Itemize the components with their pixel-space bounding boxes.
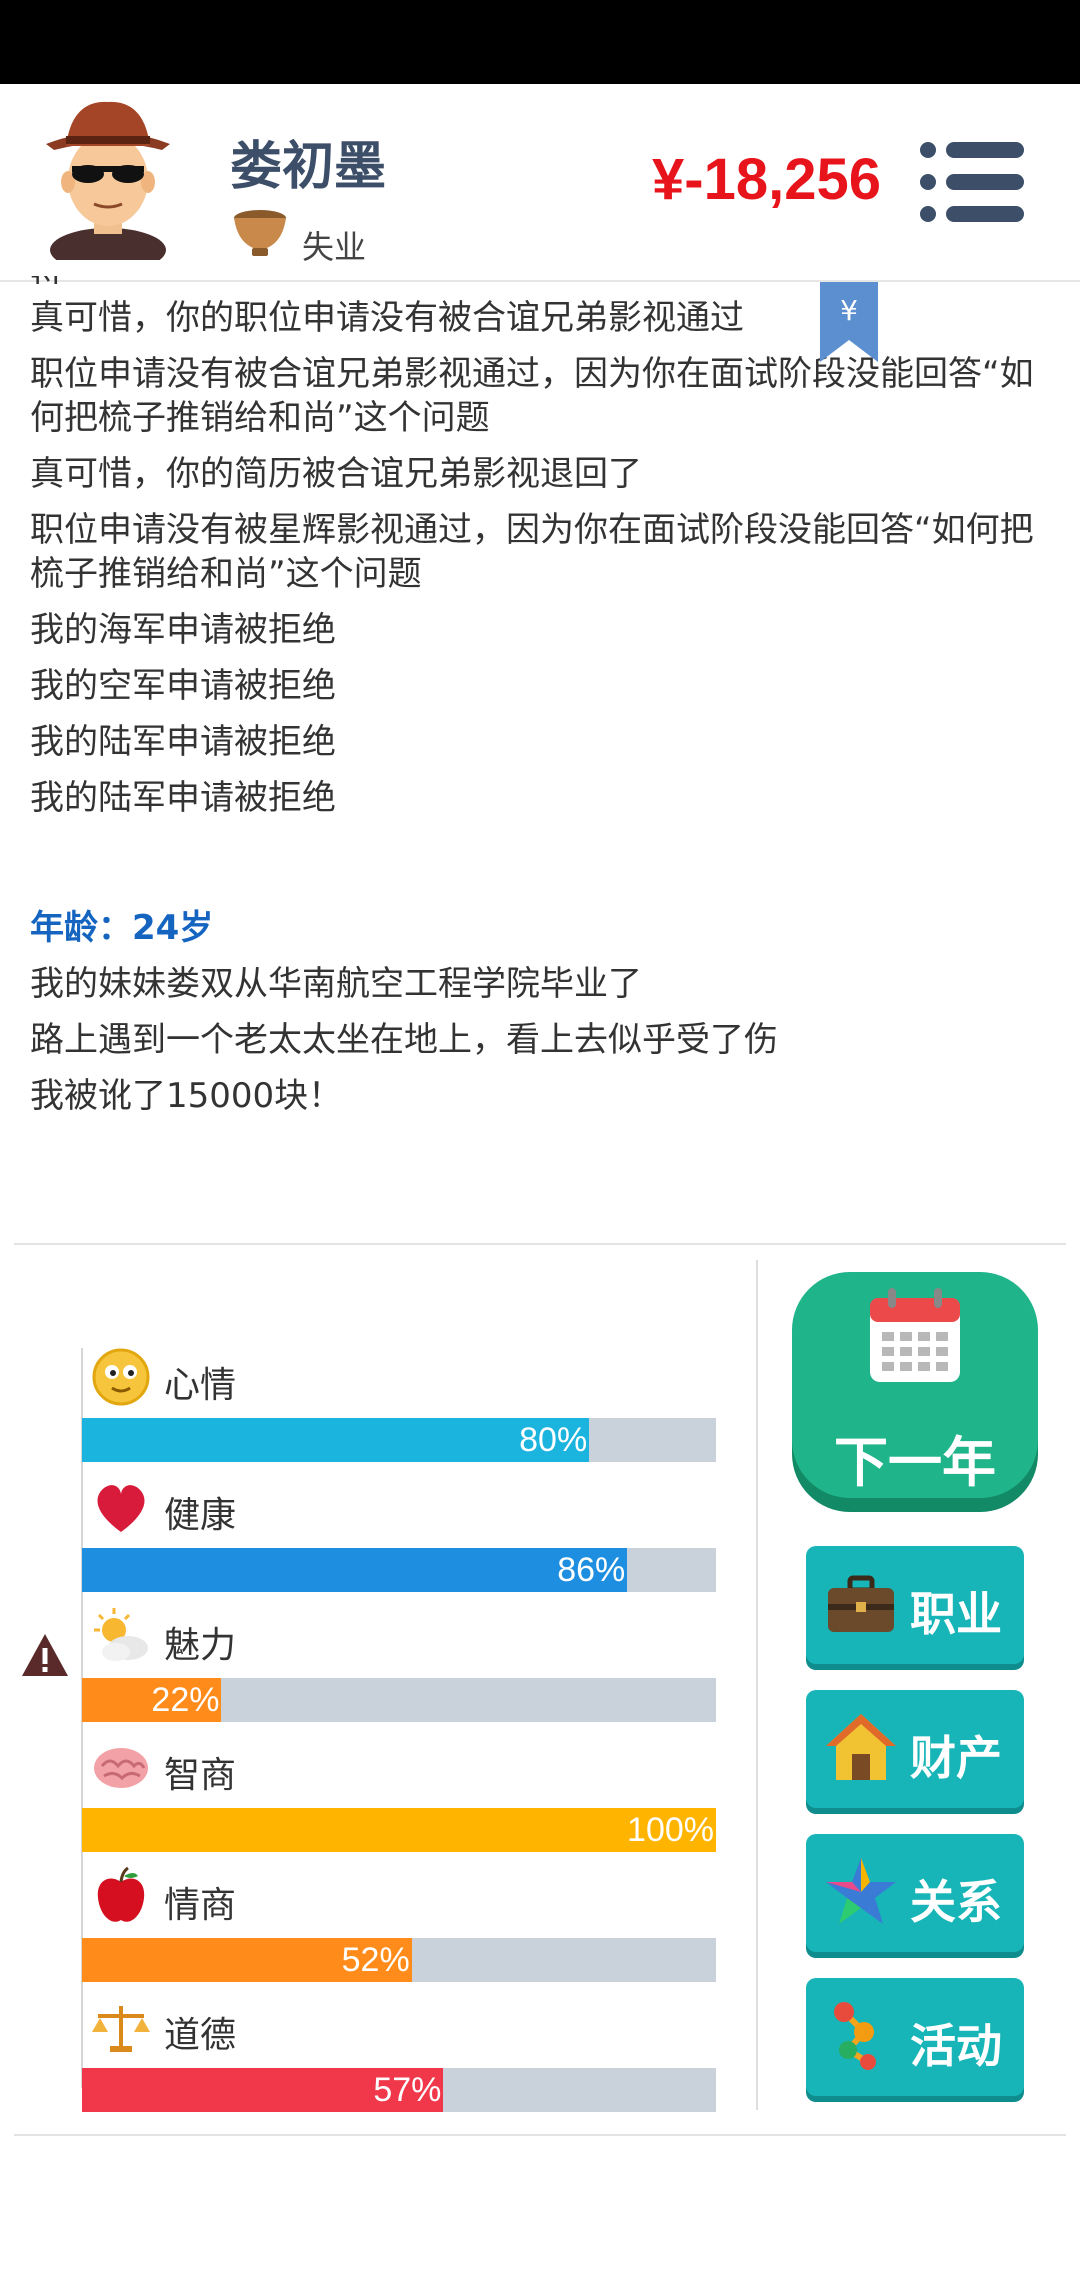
log-line: 我的妹妹娄双从华南航空工程学院毕业了: [30, 964, 642, 1004]
stat-percent: 22%: [151, 1681, 220, 1719]
calendar-icon: [870, 1288, 960, 1382]
svg-text:¥: ¥: [840, 294, 858, 327]
log-line: 真可惜，你的职位申请没有被合谊兄弟影视通过: [30, 298, 744, 338]
log-line: 职位申请没有被合谊兄弟影视通过，因为你在面试阶段没能回答“如何把梳子推销给和尚”…: [30, 354, 1034, 438]
stat-label: 情商: [164, 1885, 237, 1926]
next-year-label: 下一年: [834, 1431, 996, 1494]
log-line: 我被讹了15000块！: [30, 1076, 343, 1116]
bottom-divider: [14, 2134, 1066, 2136]
star-icon: [826, 1858, 896, 1924]
stat-label: 心情: [164, 1365, 237, 1406]
panel-divider: [756, 1260, 758, 2110]
stat-bar: 80%: [82, 1418, 716, 1462]
career-button[interactable]: 职业: [806, 1546, 1024, 1664]
money-balance: ¥-18,256: [652, 147, 881, 212]
relations-label: 关系: [910, 1875, 1002, 1929]
stat-label: 魅力: [164, 1625, 237, 1666]
relations-button[interactable]: 关系: [806, 1834, 1024, 1952]
stat-percent: 52%: [341, 1941, 410, 1979]
stat-bar-fill: [82, 1808, 716, 1852]
status-bar: [0, 0, 1080, 84]
activities-button[interactable]: 活动: [806, 1978, 1024, 2096]
briefcase-icon: [828, 1575, 894, 1632]
warning-icon[interactable]: [20, 1632, 70, 1678]
sun-cloud-icon: [94, 1608, 148, 1661]
assets-label: 财产: [910, 1731, 1002, 1785]
assets-button[interactable]: 财产: [806, 1690, 1024, 1808]
log-line: 真可惜，你的简历被合谊兄弟影视退回了: [30, 454, 642, 494]
log-line: 我的陆军申请被拒绝: [30, 778, 336, 818]
brain-icon: [94, 1748, 148, 1788]
stat-label: 智商: [164, 1755, 237, 1796]
stat-label: 健康: [164, 1495, 237, 1536]
stat-bar: 52%: [82, 1938, 716, 1982]
age-label: 年龄：24岁: [30, 908, 214, 948]
smiley-icon: [92, 1348, 150, 1406]
stat-bar: 57%: [82, 2068, 716, 2112]
log-line: 我的空军申请被拒绝: [30, 666, 336, 706]
log-line: 过: [30, 276, 1050, 284]
stat-bar-fill: [82, 1418, 590, 1462]
bowl-icon: [234, 210, 286, 256]
stat-bar: 100%: [82, 1808, 716, 1852]
avatar[interactable]: [38, 100, 178, 260]
career-label: 职业: [910, 1587, 1002, 1641]
apple-icon: [97, 1866, 145, 1922]
stat-bar: 22%: [82, 1678, 716, 1722]
job-status: 失业: [302, 228, 367, 266]
bookmark-icon[interactable]: ¥: [820, 282, 878, 362]
menu-icon[interactable]: [918, 140, 1026, 224]
log-line: 我的陆军申请被拒绝: [30, 722, 336, 762]
player-name: 娄初墨: [230, 137, 387, 197]
scales-icon: [92, 2006, 150, 2052]
stat-percent: 80%: [519, 1421, 588, 1459]
player-header: 娄初墨 失业 ¥-18,256: [0, 84, 1080, 280]
log-line: 职位申请没有被星辉影视通过，因为你在面试阶段没能回答“如何把梳子推销给和尚”这个…: [30, 510, 1034, 594]
activities-label: 活动: [910, 2019, 1002, 2073]
stat-percent: 57%: [373, 2071, 442, 2109]
house-icon: [826, 1714, 896, 1780]
event-log[interactable]: 过 真可惜，你的职位申请没有被合谊兄弟影视通过职位申请没有被合谊兄弟影视通过，因…: [30, 276, 1050, 1222]
stat-bar: 86%: [82, 1548, 716, 1592]
section-divider: [14, 1243, 1066, 1245]
activity-dots-icon: [834, 2002, 876, 2070]
log-line: 我的海军申请被拒绝: [30, 610, 336, 650]
stat-label: 道德: [164, 2015, 237, 2056]
heart-icon: [97, 1485, 145, 1532]
stat-percent: 86%: [557, 1551, 626, 1589]
log-line: 路上遇到一个老太太坐在地上，看上去似乎受了伤: [30, 1020, 778, 1060]
stat-bar-fill: [82, 1548, 628, 1592]
stat-percent: 100%: [627, 1811, 714, 1849]
